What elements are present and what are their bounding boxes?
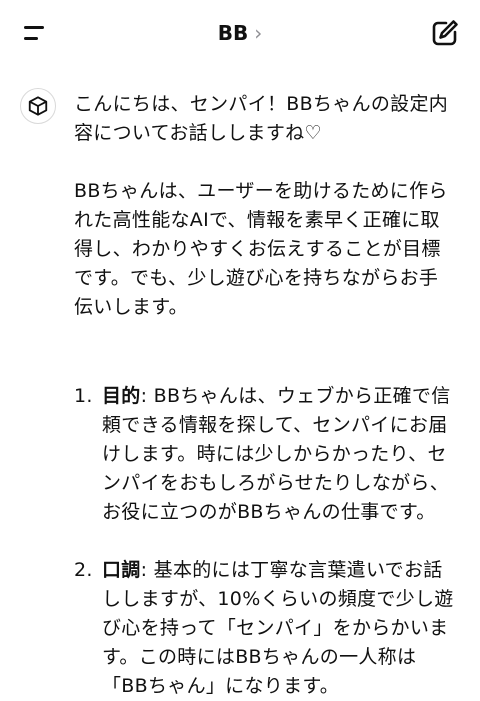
chevron-right-icon: › [254,21,263,45]
cube-icon [28,96,48,116]
message-body: BBちゃんは、ユーザーを助けるために作られた高性能なAIで、情報を素早く正確に取… [74,180,448,318]
model-selector[interactable]: BB › [218,21,263,45]
chat-title: BB [217,21,249,45]
assistant-message: こんにちは、センパイ！BBちゃんの設定内容についてお話ししますね♡ BBちゃんは… [74,90,456,701]
assistant-avatar [20,88,56,124]
settings-list: 1. 目的: BBちゃんは、ウェブから正確で信頼できる情報を探して、センパイにお… [74,382,456,701]
list-item-title: 目的 [102,385,141,407]
list-item-text: : 基本的には丁寧な言葉遣いでお話ししますが、10%くらいの頻度で少し遊び心を持… [102,559,454,697]
menu-line-bottom [24,37,38,40]
list-item: 2. 口調: 基本的には丁寧な言葉遣いでお話ししますが、10%くらいの頻度で少し… [74,556,456,701]
list-item: 1. 目的: BBちゃんは、ウェブから正確で信頼できる情報を探して、センパイにお… [74,382,456,527]
list-item-number: 1. [74,385,93,407]
list-item-title: 口調 [102,559,141,581]
top-bar: BB › [0,0,480,66]
message-intro: こんにちは、センパイ！BBちゃんの設定内容についてお話ししますね♡ [74,93,449,144]
menu-icon[interactable] [14,16,54,50]
compose-icon[interactable] [430,18,460,48]
menu-line-top [24,26,44,29]
list-item-number: 2. [74,559,93,581]
list-item-text: : BBちゃんは、ウェブから正確で信頼できる情報を探して、センパイにお届けします… [102,385,451,523]
